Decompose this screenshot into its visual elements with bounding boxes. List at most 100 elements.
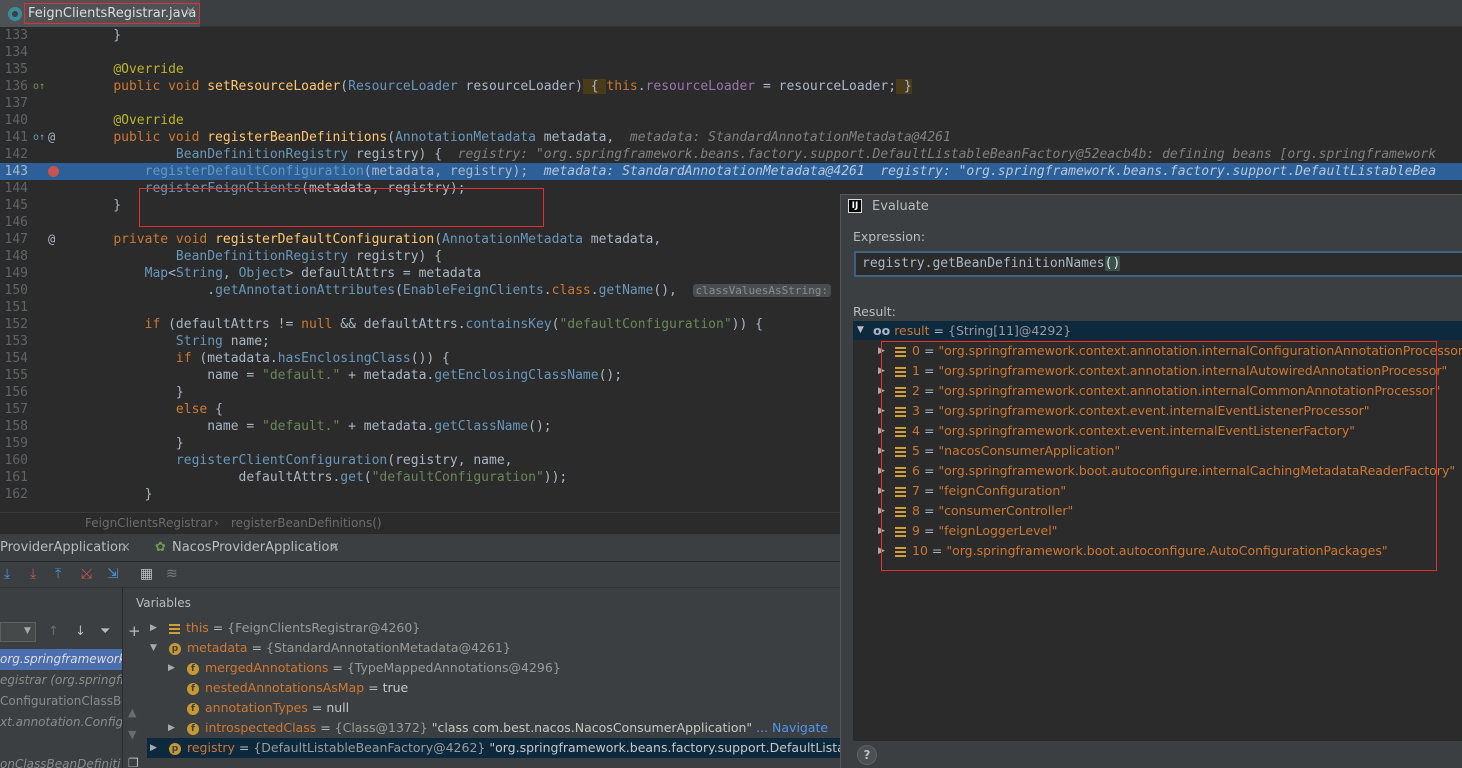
line-number: 147	[4, 232, 28, 247]
run-tab-nacos-provider[interactable]: NacosProviderApplication	[172, 540, 338, 555]
code-text: defaultAttrs.get("defaultConfiguration")…	[82, 470, 568, 485]
editor-tab[interactable]: FeignClientsRegistrar.java ×	[0, 0, 201, 27]
line-number: 134	[4, 45, 28, 60]
code-text: public void setResourceLoader(ResourceLo…	[113, 79, 912, 94]
inline-debug-hint: registry: "org.springframework.beans.fac…	[457, 147, 1437, 162]
parameter-icon: p	[169, 642, 181, 655]
code-line: 142 BeanDefinitionRegistry registry) { r…	[0, 146, 1462, 163]
stack-frame[interactable]: egistrar (org.springfr	[0, 670, 122, 691]
code-text: name = "default." + metadata.getClassNam…	[82, 419, 552, 434]
close-tab-icon[interactable]: ×	[185, 4, 196, 19]
expand-icon[interactable]: ▶	[150, 738, 157, 758]
code-text: public void registerBeanDefinitions(Anno…	[113, 130, 951, 145]
debug-toolbar: ⤓ ⤓ ⤒ ⤩ ⇲ ▦ ≋	[0, 562, 840, 588]
editor-tab-bar: FeignClientsRegistrar.java ×	[0, 0, 1462, 27]
current-execution-line: 143 registerDefaultConfiguration(metadat…	[0, 163, 1462, 180]
step-over-icon[interactable]: ⤓	[4, 566, 10, 582]
override-marker-icon[interactable]: o↑	[33, 78, 45, 95]
navigate-link[interactable]: ... Navigate	[756, 720, 828, 735]
trace-icon[interactable]: ≋	[166, 566, 178, 582]
code-text: registerDefaultConfiguration(metadata, r…	[144, 164, 1437, 179]
line-number: 145	[4, 198, 28, 213]
chevron-down-icon: ▼	[24, 626, 31, 636]
stack-frame-selected[interactable]: org.springframework	[0, 649, 122, 670]
line-number: 140	[4, 113, 28, 128]
code-text: registerClientConfiguration(registry, na…	[175, 453, 513, 468]
line-number: 161	[4, 470, 28, 485]
step-out-icon[interactable]: ⤒	[55, 566, 61, 582]
expression-label: Expression:	[853, 229, 926, 244]
editor-tab-label[interactable]: FeignClientsRegistrar.java	[24, 3, 201, 24]
line-number: 156	[4, 385, 28, 400]
stack-frame[interactable]: onClassBeanDefiniti	[0, 754, 122, 768]
java-class-icon	[8, 7, 22, 21]
code-text: }	[82, 436, 184, 451]
arrow-down-icon[interactable]: ▼	[128, 728, 136, 741]
expand-icon[interactable]: ▶	[168, 658, 175, 678]
collapse-icon[interactable]: ▼	[150, 638, 157, 658]
run-to-cursor-icon[interactable]: ⇲	[107, 566, 119, 582]
intellij-logo-icon: IJ	[848, 199, 862, 213]
breadcrumb-class[interactable]: FeignClientsRegistrar	[85, 513, 213, 533]
close-tab-icon[interactable]: ×	[329, 540, 340, 555]
stack-frame[interactable]	[0, 733, 122, 754]
line-number: 151	[4, 300, 28, 315]
breadcrumb-method[interactable]: registerBeanDefinitions()	[231, 513, 382, 533]
copy-icon[interactable]: ❐	[128, 756, 139, 768]
field-icon: f	[187, 682, 199, 695]
code-text: if (defaultAttrs != null && defaultAttrs…	[144, 317, 763, 332]
code-text: @Override	[113, 62, 184, 77]
code-line: 135 @Override	[0, 61, 1462, 78]
help-button[interactable]: ?	[857, 745, 877, 765]
breakpoint-icon[interactable]	[48, 166, 59, 177]
parameter-icon: p	[169, 742, 181, 755]
evaluate-dialog: IJ Evaluate Expression: registry.getBean…	[840, 194, 1462, 768]
debug-tool-window: ProviderApplication × ✿ NacosProviderApp…	[0, 534, 903, 768]
line-number: 142	[4, 147, 28, 162]
line-number: 158	[4, 419, 28, 434]
code-text: .getAnnotationAttributes(EnableFeignClie…	[82, 282, 831, 299]
filter-icon[interactable]: ⏷	[100, 624, 110, 639]
result-root-row[interactable]: ▼ oo result = {String[11]@4292}	[853, 321, 1462, 340]
result-label: Result:	[853, 304, 896, 319]
expression-text: registry.getBeanDefinitionNames	[862, 256, 1105, 271]
code-text: else {	[175, 402, 223, 417]
stack-frame[interactable]: xt.annotation.Configu	[0, 712, 122, 733]
frames-panel: ▼ ↑ ↓ ⏷ org.springframework egistrar (or…	[0, 588, 123, 768]
stack-frame[interactable]: ConfigurationClassBe	[0, 691, 122, 712]
run-tab-provider[interactable]: ProviderApplication	[0, 540, 126, 555]
code-text: }	[82, 385, 184, 400]
force-step-into-icon[interactable]: ⤓	[30, 566, 36, 582]
close-tab-icon[interactable]: ×	[120, 540, 131, 555]
add-watch-icon[interactable]: +	[128, 622, 141, 640]
run-config-tabs: ProviderApplication × ✿ NacosProviderApp…	[0, 534, 840, 562]
annotation-marker-icon: @	[48, 232, 56, 246]
inline-debug-hint: metadata: StandardAnnotationMetadata@426…	[543, 164, 1437, 179]
line-number: 149	[4, 266, 28, 281]
code-line: 137	[0, 95, 1462, 112]
breadcrumb-separator: ›	[214, 516, 219, 530]
code-text: private void registerDefaultConfiguratio…	[113, 232, 662, 247]
line-number: 152	[4, 317, 28, 332]
arrow-up-icon[interactable]: ↑	[48, 624, 59, 639]
drop-frame-icon[interactable]: ⤩	[81, 566, 92, 582]
code-text: BeanDefinitionRegistry registry) { regis…	[175, 147, 1437, 162]
line-number: 136	[4, 79, 28, 94]
dialog-title: Evaluate	[872, 199, 929, 214]
dialog-title-bar[interactable]: IJ Evaluate	[841, 195, 1462, 219]
implements-marker-icon[interactable]: o↑	[33, 129, 45, 146]
expression-input[interactable]: registry.getBeanDefinitionNames()	[854, 251, 1462, 277]
field-icon: f	[187, 722, 199, 735]
line-number: 135	[4, 62, 28, 77]
evaluate-expression-icon[interactable]: ▦	[140, 566, 153, 582]
code-text: if (metadata.hasEnclosingClass()) {	[175, 351, 450, 366]
line-number: 148	[4, 249, 28, 264]
expand-icon[interactable]: ▶	[168, 718, 175, 738]
expand-icon[interactable]: ▶	[150, 618, 157, 638]
breadcrumb: FeignClientsRegistrar › registerBeanDefi…	[0, 512, 840, 534]
variables-title: Variables	[136, 596, 191, 610]
arrow-up-icon[interactable]: ▲	[128, 706, 136, 719]
highlight-box-code	[139, 188, 544, 227]
arrow-down-icon[interactable]: ↓	[75, 624, 86, 639]
collapse-icon[interactable]: ▼	[857, 321, 864, 340]
